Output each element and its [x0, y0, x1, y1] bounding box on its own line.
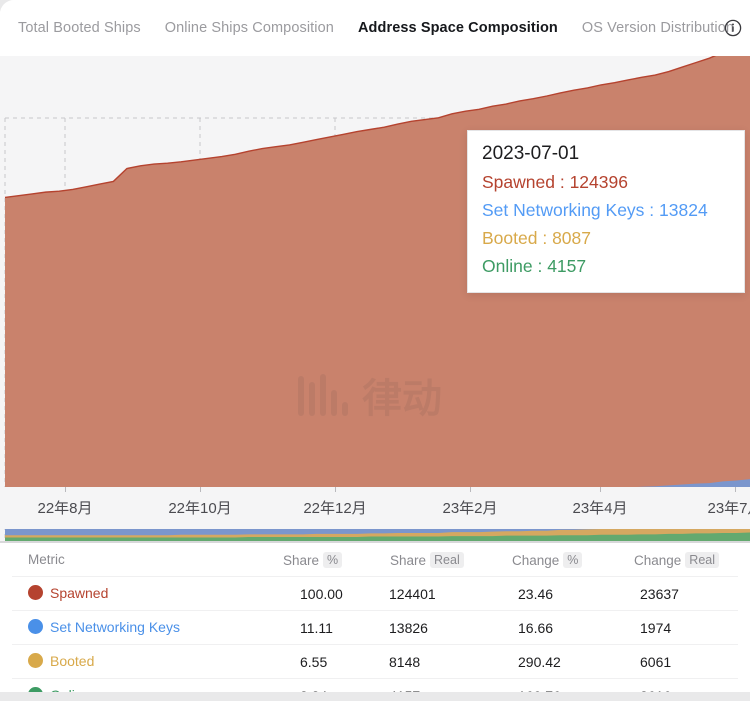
- tab-os-version-distribution[interactable]: OS Version Distribution: [582, 20, 734, 36]
- x-axis-label: 23年2月: [442, 500, 498, 517]
- badge-percent: %: [563, 552, 583, 568]
- cell-change-real: 23637: [640, 586, 679, 602]
- tooltip-value-booted: 8087: [552, 227, 591, 248]
- x-axis-tick: [600, 487, 601, 492]
- tooltip-value-online: 4157: [547, 255, 587, 276]
- tooltip-label-spawned: Spawned: [482, 172, 555, 192]
- column-header-change-real: Change Real: [634, 552, 720, 568]
- tooltip-row-booted: Booted : 8087: [482, 227, 591, 248]
- x-axis-label: 22年8月: [37, 500, 93, 517]
- metric-name: Booted: [50, 653, 95, 669]
- column-header-metric: Metric: [28, 552, 65, 567]
- x-axis-label: 22年10月: [168, 500, 232, 517]
- tooltip-row-set-networking-keys: Set Networking Keys : 13824: [482, 199, 708, 220]
- cell-change-real: 6061: [640, 654, 672, 670]
- cell-share-real: 124401: [389, 586, 436, 602]
- cell-change-pct: 23.46: [518, 586, 554, 602]
- cell-share-pct: 100.00: [300, 586, 343, 602]
- x-axis-label: 22年12月: [303, 500, 367, 517]
- legend-dot-booted: [28, 653, 43, 668]
- tooltip-label-booted: Booted: [482, 227, 538, 248]
- cell-share-real: 8148: [389, 654, 421, 670]
- x-axis-tick: [335, 487, 336, 492]
- chart-tooltip: 2023-07-01 Spawned : 124396 Set Networki…: [467, 130, 745, 293]
- tooltip-row-online: Online : 4157: [482, 255, 587, 276]
- legend-dot-spawned: [28, 585, 43, 600]
- cell-change-pct: 16.66: [518, 620, 554, 636]
- table-row[interactable]: Spawned 100.00 124401 23.46 23637: [0, 576, 750, 610]
- page-background-strip: [0, 692, 750, 701]
- panel-card: Total Booted Ships Online Ships Composit…: [0, 0, 750, 701]
- tab-bar: Total Booted Ships Online Ships Composit…: [0, 0, 750, 56]
- x-axis-tick: [200, 487, 201, 492]
- badge-real: Real: [430, 552, 464, 568]
- column-header-share-real: Share Real: [390, 552, 464, 568]
- x-axis: 22年8月 22年10月 22年12月 23年2月 23年4月 23年7月: [0, 487, 750, 529]
- tab-online-ships-composition[interactable]: Online Ships Composition: [165, 20, 334, 36]
- metric-name: Spawned: [50, 585, 109, 601]
- column-header-change-pct: Change%: [512, 552, 583, 568]
- table-row[interactable]: Set Networking Keys 11.11 13826 16.66 19…: [0, 610, 750, 644]
- tooltip-date: 2023-07-01: [482, 143, 580, 164]
- x-axis-label: 23年4月: [572, 500, 628, 517]
- info-circle-icon[interactable]: [724, 19, 742, 37]
- x-axis-tick: [65, 487, 66, 492]
- metrics-table: Metric Share% Share Real Change% Change Re…: [0, 543, 750, 701]
- table-row[interactable]: Booted 6.55 8148 290.42 6061: [0, 644, 750, 678]
- table-header-row: Metric Share% Share Real Change% Change Re…: [0, 543, 750, 576]
- tooltip-value-set-networking-keys: 13824: [659, 199, 708, 220]
- x-axis-tick: [470, 487, 471, 492]
- cell-share-pct: 6.55: [300, 654, 328, 670]
- tooltip-row-spawned: Spawned : 124396: [482, 172, 628, 192]
- cell-change-pct: 290.42: [518, 654, 561, 670]
- column-header-share-pct: Share%: [283, 552, 343, 568]
- tooltip-label-online: Online: [482, 255, 533, 276]
- x-axis-tick: [735, 487, 736, 492]
- legend-dot-set-networking-keys: [28, 619, 43, 634]
- metric-name: Set Networking Keys: [50, 619, 180, 635]
- tab-address-space-composition[interactable]: Address Space Composition: [358, 20, 558, 36]
- x-axis-label: 23年7月: [707, 500, 750, 517]
- tooltip-value-spawned: 124396: [569, 172, 628, 192]
- tab-total-booted-ships[interactable]: Total Booted Ships: [18, 20, 141, 36]
- cell-share-pct: 11.11: [300, 620, 333, 636]
- badge-percent: %: [323, 552, 343, 568]
- cell-share-real: 13826: [389, 620, 428, 636]
- badge-real: Real: [685, 552, 720, 568]
- cell-change-real: 1974: [640, 620, 672, 636]
- tooltip-label-set-networking-keys: Set Networking Keys: [482, 199, 645, 220]
